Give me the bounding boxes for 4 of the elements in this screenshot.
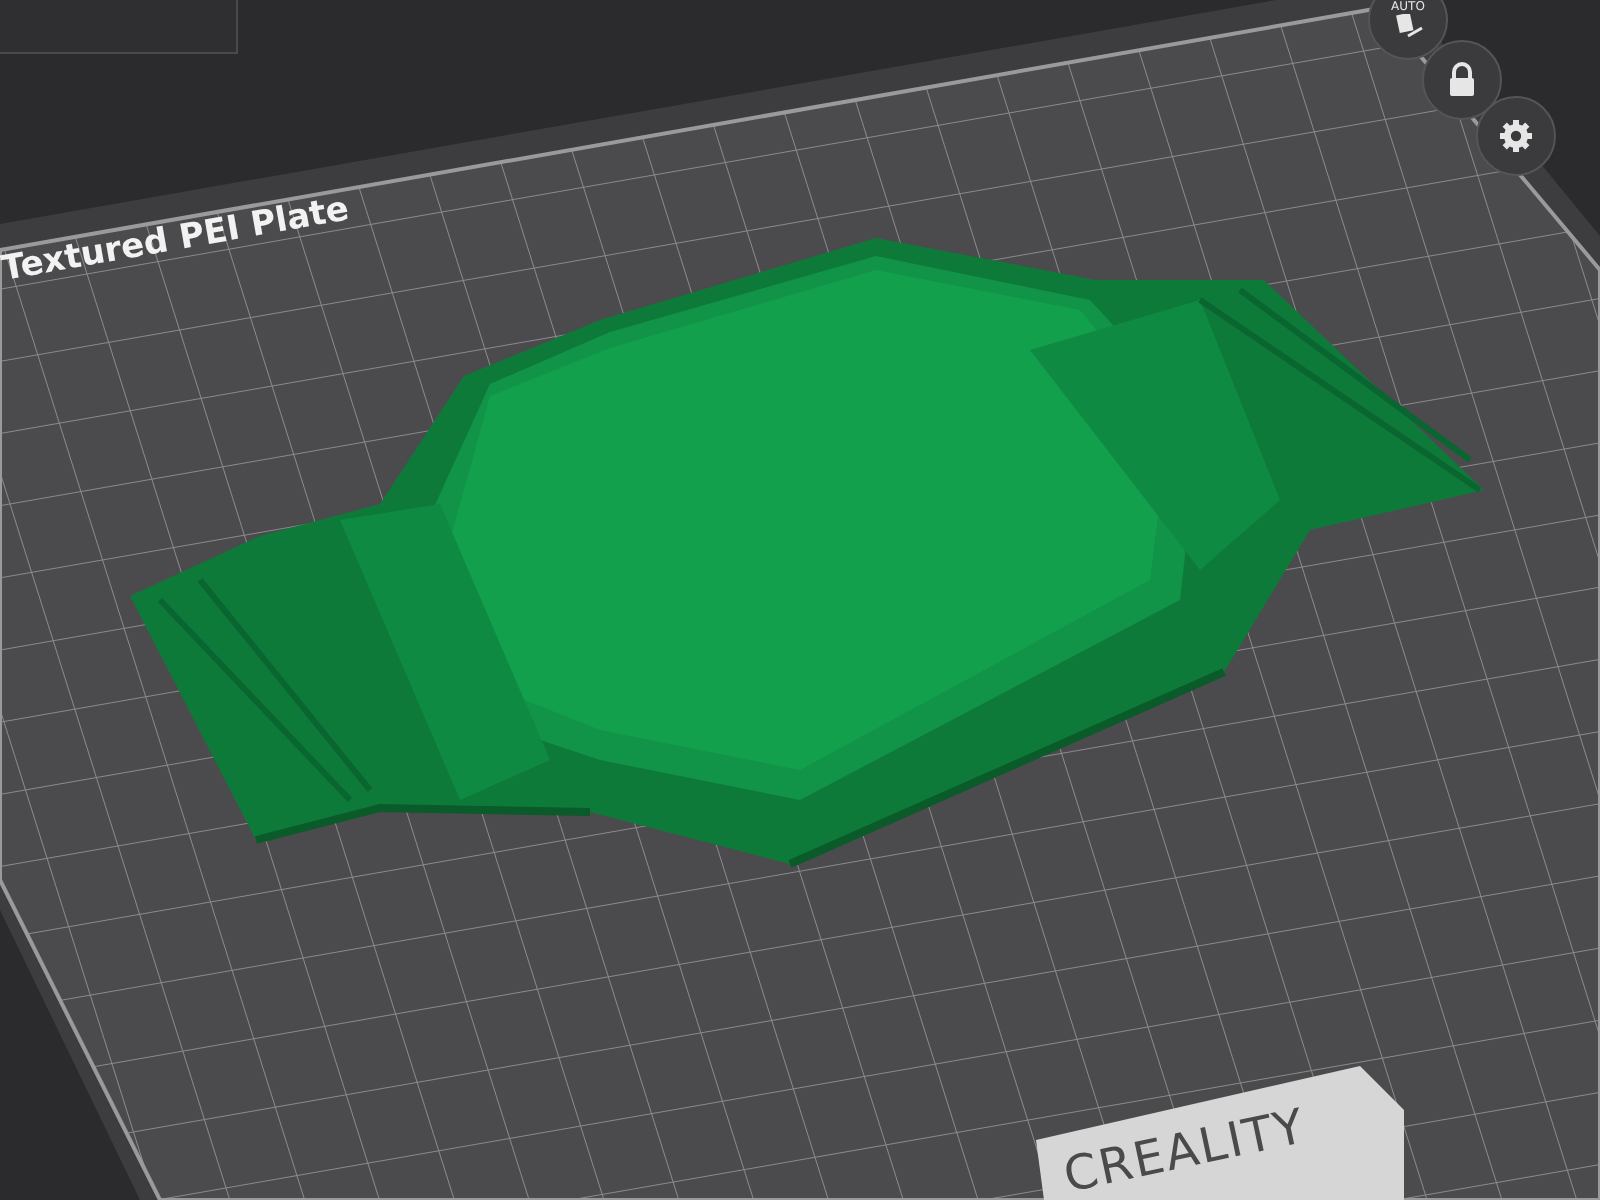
lock-icon [1446,62,1478,98]
arrange-icon [1392,14,1424,38]
plate-type-label: Textured PEI Plate [0,189,352,290]
settings-icon [1498,118,1534,154]
